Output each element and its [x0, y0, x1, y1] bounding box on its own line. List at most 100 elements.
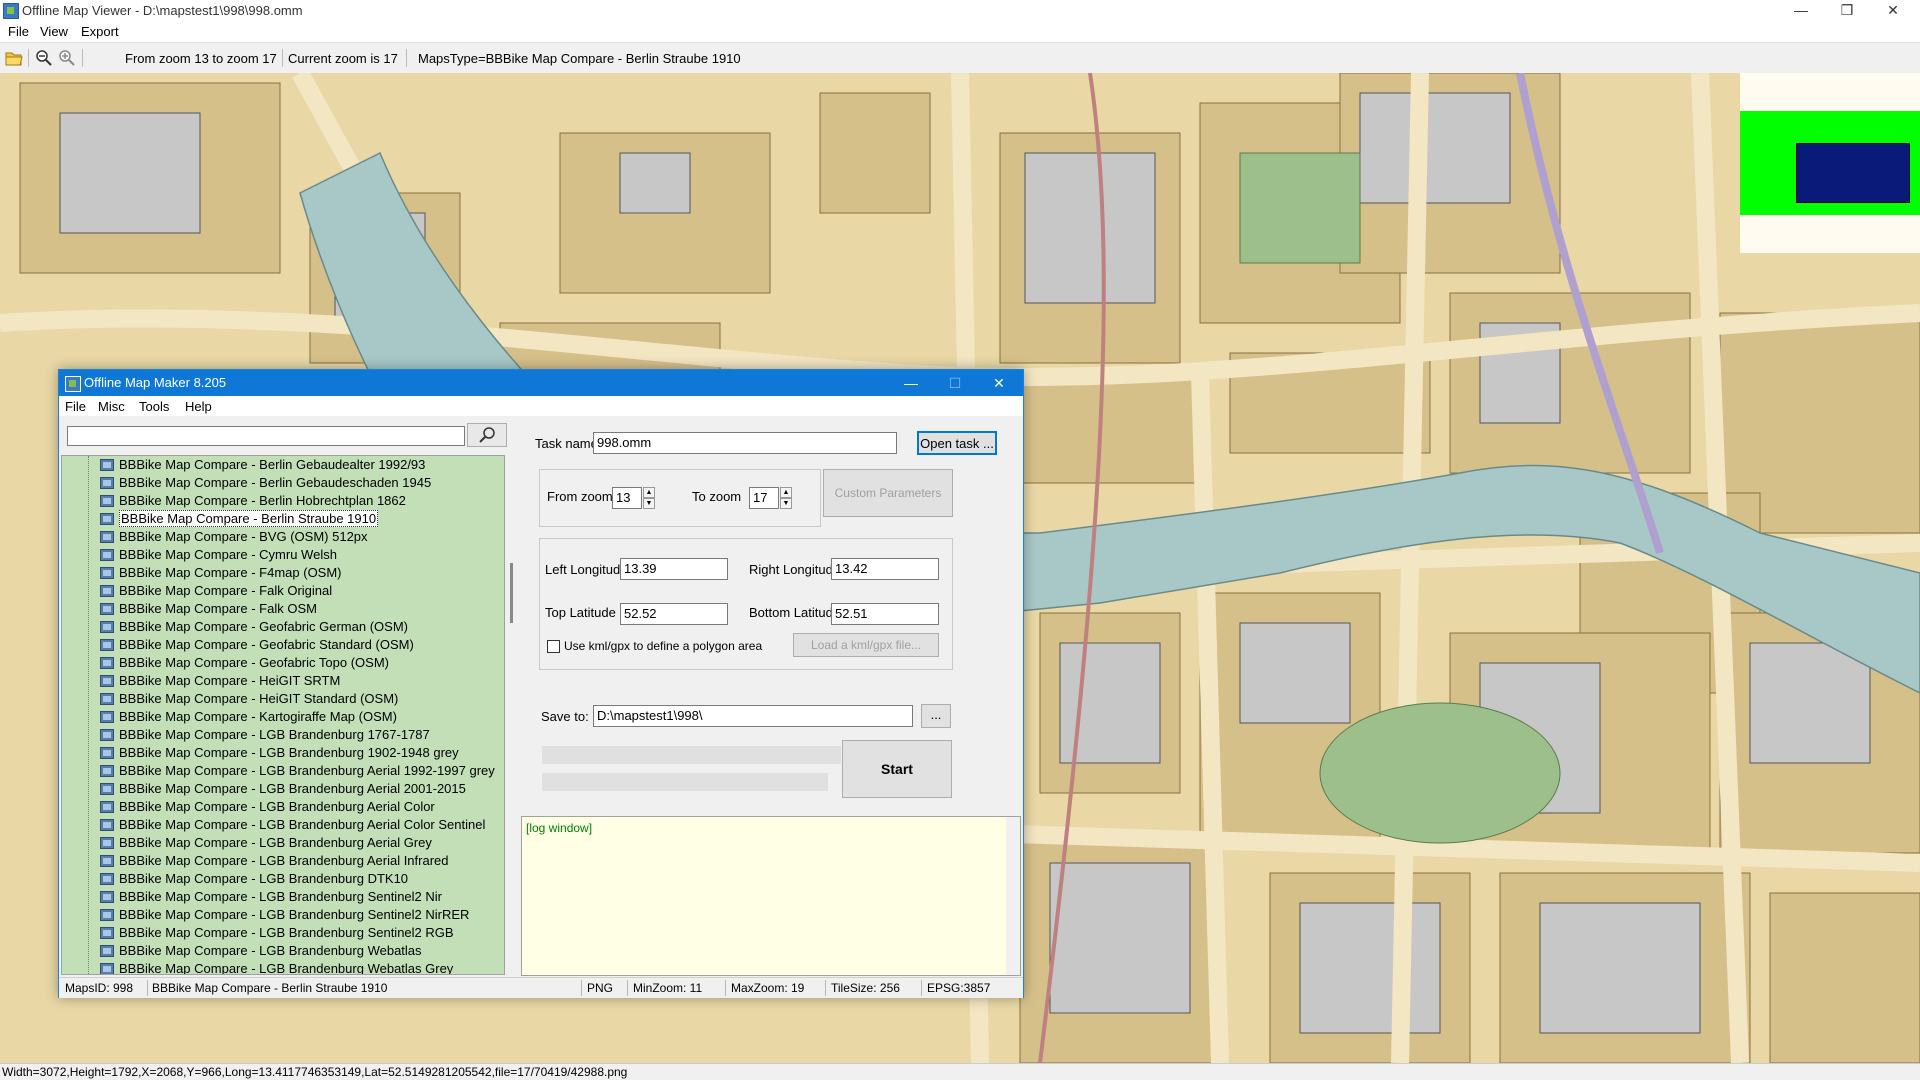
- dialog-menu-tools[interactable]: Tools: [139, 399, 169, 414]
- map-source-icon: [100, 747, 114, 759]
- map-list-item[interactable]: BBBike Map Compare - Geofabric Topo (OSM…: [100, 654, 389, 672]
- map-source-icon: [100, 477, 114, 489]
- dialog-titlebar[interactable]: Offline Map Maker 8.205 — ☐ ✕: [59, 370, 1023, 396]
- dialog-app-icon: [65, 376, 81, 392]
- map-list-item[interactable]: BBBike Map Compare - F4map (OSM): [100, 564, 342, 582]
- open-task-button[interactable]: Open task ...: [917, 431, 997, 455]
- top-latitude-input[interactable]: 52.52: [620, 603, 728, 625]
- dialog-close-button[interactable]: ✕: [977, 370, 1021, 396]
- overview-minimap[interactable]: [1740, 73, 1920, 253]
- task-name-input[interactable]: 998.omm: [593, 432, 897, 454]
- map-list-item[interactable]: BBBike Map Compare - Falk OSM: [100, 600, 317, 618]
- map-list-item-label: BBBike Map Compare - LGB Brandenburg Aer…: [119, 853, 449, 868]
- browse-folder-button[interactable]: ...: [921, 704, 951, 728]
- map-list-item-label: BBBike Map Compare - LGB Brandenburg 190…: [119, 745, 459, 760]
- map-source-icon: [100, 855, 114, 867]
- map-source-icon: [100, 621, 114, 633]
- map-list-item[interactable]: BBBike Map Compare - LGB Brandenburg Aer…: [100, 852, 449, 870]
- map-list-item[interactable]: BBBike Map Compare - Berlin Straube 1910: [100, 510, 379, 528]
- map-search-button[interactable]: [467, 423, 507, 447]
- status-separator: [725, 980, 726, 996]
- map-source-icon: [100, 765, 114, 777]
- map-list-item[interactable]: BBBike Map Compare - HeiGIT Standard (OS…: [100, 690, 398, 708]
- map-list-item[interactable]: BBBike Map Compare - LGB Brandenburg Sen…: [100, 924, 454, 942]
- map-list-item-label: BBBike Map Compare - LGB Brandenburg Sen…: [119, 889, 442, 904]
- dialog-title: Offline Map Maker 8.205: [84, 375, 227, 390]
- zoom-out-icon[interactable]: [35, 49, 53, 67]
- status-separator: [147, 980, 148, 996]
- map-list-item[interactable]: BBBike Map Compare - Cymru Welsh: [100, 546, 337, 564]
- to-zoom-input[interactable]: 17: [749, 487, 779, 509]
- map-name-status: BBBike Map Compare - Berlin Straube 1910: [152, 981, 388, 995]
- overview-current-view[interactable]: [1796, 143, 1910, 203]
- dialog-menu-misc[interactable]: Misc: [98, 399, 125, 414]
- start-button[interactable]: Start: [842, 740, 952, 798]
- map-list-item[interactable]: BBBike Map Compare - LGB Brandenburg Aer…: [100, 780, 466, 798]
- top-latitude-label: Top Latitude: [545, 605, 616, 620]
- map-source-icon: [100, 459, 114, 471]
- left-longitude-input[interactable]: 13.39: [620, 558, 728, 580]
- tile-size-status: TileSize: 256: [831, 981, 900, 995]
- map-list-item-label: BBBike Map Compare - Geofabric German (O…: [119, 619, 408, 634]
- map-source-icon: [100, 585, 114, 597]
- map-source-icon: [100, 639, 114, 651]
- map-list-scrollbar-thumb[interactable]: [510, 563, 513, 623]
- dialog-menu-help[interactable]: Help: [185, 399, 212, 414]
- dialog-minimize-button[interactable]: —: [889, 370, 933, 396]
- from-zoom-spinner[interactable]: ▲ ▼: [643, 487, 655, 509]
- load-kml-button[interactable]: Load a kml/gpx file...: [793, 633, 939, 657]
- map-list-item-label: BBBike Map Compare - Falk Original: [119, 583, 333, 598]
- maximize-button[interactable]: ❐: [1824, 0, 1870, 22]
- menu-export[interactable]: Export: [81, 24, 119, 39]
- map-list-item[interactable]: BBBike Map Compare - LGB Brandenburg DTK…: [100, 870, 408, 888]
- map-list-scrollbar[interactable]: [506, 455, 522, 975]
- dialog-menu-file[interactable]: File: [65, 399, 86, 414]
- map-list-item[interactable]: BBBike Map Compare - LGB Brandenburg Aer…: [100, 762, 495, 780]
- map-list-item[interactable]: BBBike Map Compare - LGB Brandenburg Aer…: [100, 816, 485, 834]
- polygon-checkbox[interactable]: [547, 640, 560, 653]
- map-list-item[interactable]: BBBike Map Compare - Berlin Gebaudeschad…: [100, 474, 431, 492]
- minimize-button[interactable]: —: [1778, 0, 1824, 22]
- menu-view[interactable]: View: [40, 24, 68, 39]
- from-zoom-input[interactable]: 13: [612, 487, 642, 509]
- zoom-in-icon[interactable]: [58, 49, 76, 67]
- map-list-item[interactable]: BBBike Map Compare - LGB Brandenburg Aer…: [100, 798, 435, 816]
- map-list-item[interactable]: BBBike Map Compare - LGB Brandenburg Aer…: [100, 834, 432, 852]
- map-list-item[interactable]: BBBike Map Compare - LGB Brandenburg 190…: [100, 744, 459, 762]
- status-separator: [921, 980, 922, 996]
- map-list-item[interactable]: BBBike Map Compare - Berlin Gebaudealter…: [100, 456, 425, 474]
- map-list-item[interactable]: BBBike Map Compare - HeiGIT SRTM: [100, 672, 340, 690]
- map-list-item[interactable]: BBBike Map Compare - LGB Brandenburg Sen…: [100, 888, 442, 906]
- custom-parameters-button[interactable]: Custom Parameters: [823, 469, 953, 517]
- map-list-item[interactable]: BBBike Map Compare - Berlin Hobrechtplan…: [100, 492, 406, 510]
- right-longitude-input[interactable]: 13.42: [831, 558, 939, 580]
- zoom-range-text: From zoom 13 to zoom 17: [125, 51, 277, 66]
- menu-file[interactable]: File: [8, 24, 29, 39]
- to-zoom-spinner[interactable]: ▲ ▼: [780, 487, 792, 509]
- log-window[interactable]: [log window]: [521, 816, 1021, 976]
- map-list-item[interactable]: BBBike Map Compare - LGB Brandenburg Web…: [100, 942, 422, 960]
- dialog-menubar: File Misc Tools Help: [59, 396, 1023, 416]
- map-source-icon: [100, 549, 114, 561]
- map-list-item[interactable]: BBBike Map Compare - Geofabric Standard …: [100, 636, 414, 654]
- dialog-maximize-button[interactable]: ☐: [933, 370, 977, 396]
- map-list-item[interactable]: BBBike Map Compare - LGB Brandenburg Sen…: [100, 906, 469, 924]
- map-list-item[interactable]: BBBike Map Compare - Geofabric German (O…: [100, 618, 408, 636]
- log-scrollbar[interactable]: [1006, 817, 1020, 975]
- map-list-item[interactable]: BBBike Map Compare - Kartogiraffe Map (O…: [100, 708, 397, 726]
- map-list-item[interactable]: BBBike Map Compare - Falk Original: [100, 582, 332, 600]
- from-zoom-label: From zoom: [547, 489, 613, 504]
- open-folder-icon[interactable]: [5, 49, 23, 67]
- bottom-latitude-input[interactable]: 52.51: [831, 603, 939, 625]
- map-search-input[interactable]: [67, 426, 465, 446]
- right-longitude-label: Right Longitude: [749, 562, 841, 577]
- map-list-item-label: BBBike Map Compare - Geofabric Topo (OSM…: [119, 655, 389, 670]
- map-list-item[interactable]: BBBike Map Compare - LGB Brandenburg 176…: [100, 726, 430, 744]
- map-list-item[interactable]: BBBike Map Compare - LGB Brandenburg Web…: [100, 960, 453, 974]
- save-to-input[interactable]: D:\mapstest1\998\: [593, 705, 913, 727]
- toolbar-separator: [406, 49, 407, 67]
- map-list-tree[interactable]: BBBike Map Compare - Berlin Gebaudealter…: [61, 455, 505, 975]
- map-list-item[interactable]: BBBike Map Compare - BVG (OSM) 512px: [100, 528, 368, 546]
- close-button[interactable]: ✕: [1870, 0, 1916, 22]
- toolbar-separator: [282, 49, 283, 67]
